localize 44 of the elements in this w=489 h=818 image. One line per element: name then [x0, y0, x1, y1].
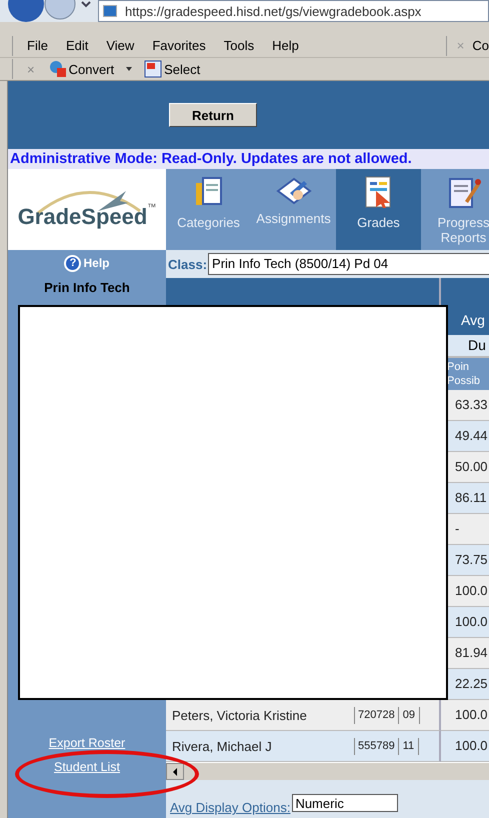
class-select[interactable]: Prin Info Tech (8500/14) Pd 04	[208, 253, 489, 276]
points-header: Poin	[447, 360, 470, 374]
notice-text: Administrative Mode: Read-Only. Updates are not allowed.	[8, 149, 489, 170]
help-link[interactable]: ? Help	[64, 254, 110, 272]
globe-pdf-icon	[48, 60, 67, 78]
report-icon	[446, 175, 480, 210]
points-header: Possib	[447, 374, 480, 388]
student-row[interactable]: Peters, Victoria Kristine 720728 09	[166, 700, 441, 732]
table-cell: 100.0	[441, 731, 489, 762]
student-id: 555789	[354, 738, 399, 755]
gradebook-icon	[364, 175, 394, 210]
student-row[interactable]: Rivera, Michael J 555789 11	[166, 731, 441, 762]
menu-item[interactable]: File	[27, 36, 48, 56]
scroll-left-icon[interactable]	[166, 763, 184, 780]
student-id: 720728	[354, 707, 399, 724]
grade-level: 09	[398, 707, 420, 724]
class-label: Class:	[168, 256, 208, 274]
due-label: Du	[468, 337, 486, 354]
pencil-paper-icon	[276, 175, 312, 206]
address-field[interactable]: https://gradespeed.hisd.net/gs/viewgradebook.aspx	[98, 0, 489, 22]
menu-item[interactable]: Edit	[66, 36, 88, 56]
menu-item[interactable]: × Co	[456, 36, 489, 56]
help-icon: ?	[64, 254, 82, 272]
toolbar-button[interactable]: Convert	[48, 60, 132, 80]
page-icon	[103, 5, 117, 17]
avg-display-label: Avg Display Options:	[170, 799, 290, 818]
course-title: Prin Info Tech	[44, 279, 130, 298]
menu-item[interactable]: View	[106, 36, 134, 56]
toolbar-button[interactable]: Select	[144, 60, 200, 80]
table-cell: 100.0	[441, 700, 489, 732]
menu-item[interactable]: Tools	[224, 36, 254, 56]
url-text: https://gradespeed.hisd.net/gs/viewgradebook.aspx	[125, 4, 422, 18]
student-name: Rivera, Michael J	[171, 738, 273, 756]
logo: GradeSpeed™	[8, 169, 166, 250]
menu-item[interactable]: Help	[272, 36, 299, 56]
grade-level: 11	[398, 738, 420, 755]
student-name: Peters, Victoria Kristine	[171, 706, 308, 725]
dropdown-caret-icon	[126, 67, 132, 72]
avg-display-select[interactable]: Numeric	[292, 794, 398, 812]
pdf-select-icon	[144, 60, 162, 78]
return-button[interactable]: Return	[169, 103, 257, 128]
column-header: Avg	[461, 311, 485, 330]
menu-item[interactable]: Favorites	[152, 36, 206, 56]
horizontal-scrollbar[interactable]	[166, 762, 489, 780]
